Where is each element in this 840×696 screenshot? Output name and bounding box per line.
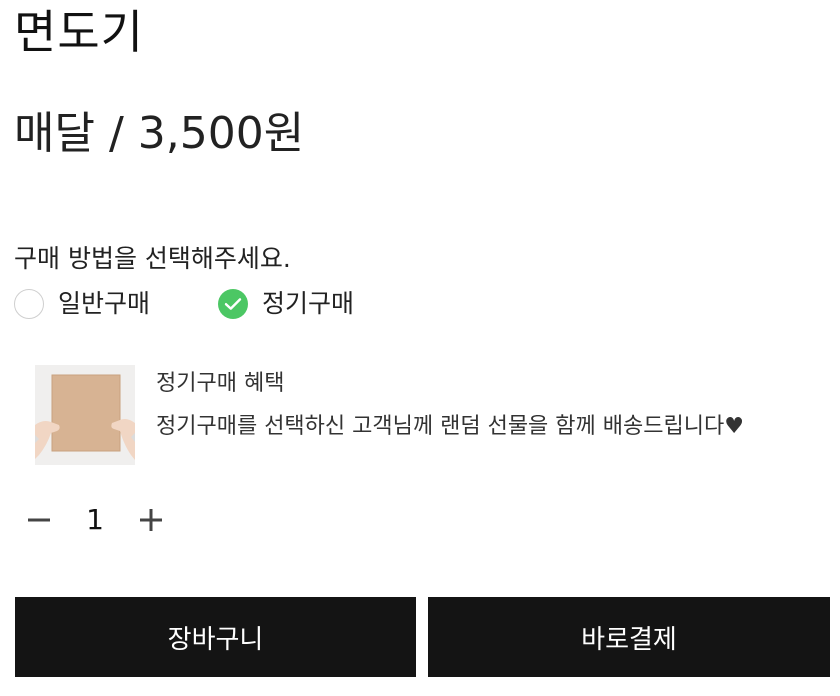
add-to-cart-label: 장바구니: [167, 624, 264, 655]
buy-now-button[interactable]: 바로결제: [428, 597, 830, 677]
purchase-method-label: 구매 방법을 선택해주세요.: [14, 244, 291, 273]
plus-icon: [140, 509, 162, 531]
quantity-increase-button[interactable]: [131, 500, 171, 540]
radio-option-subscription[interactable]: 정기구매: [218, 286, 354, 322]
radio-unchecked-icon[interactable]: [14, 289, 44, 319]
radio-checked-icon[interactable]: [218, 289, 248, 319]
benefit-image: [35, 365, 135, 465]
hands-holding-box-image: [35, 365, 135, 465]
benefit-description: 정기구매를 선택하신 고객님께 랜덤 선물을 함께 배송드립니다♥: [156, 414, 744, 439]
price-text: 매달 / 3,500원: [14, 108, 305, 159]
minus-icon: [28, 518, 50, 522]
checkmark-icon: [224, 298, 242, 310]
quantity-value: 1: [86, 503, 104, 536]
add-to-cart-button[interactable]: 장바구니: [15, 597, 416, 677]
radio-label-normal-purchase: 일반구매: [58, 289, 151, 318]
buy-now-label: 바로결제: [581, 624, 677, 655]
quantity-decrease-button[interactable]: [19, 500, 59, 540]
radio-label-subscription: 정기구매: [262, 289, 355, 318]
benefit-title: 정기구매 혜택: [156, 371, 285, 396]
radio-option-normal-purchase[interactable]: 일반구매: [14, 286, 150, 322]
product-title: 면도기: [14, 5, 144, 59]
